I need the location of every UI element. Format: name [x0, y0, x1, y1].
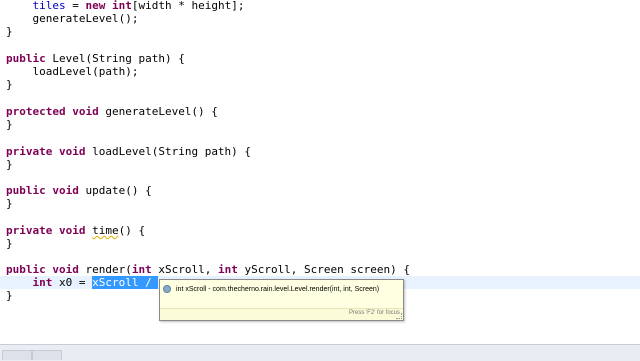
code-line[interactable]: public void render(int xScroll, int yScr… [6, 263, 410, 276]
field-dot-icon [163, 285, 171, 293]
popup-footer: Press 'F2' for focus [160, 308, 403, 320]
code-line[interactable]: private void loadLevel(String path) { [6, 145, 251, 158]
code-line[interactable]: } [6, 118, 13, 131]
resize-grip-icon[interactable] [396, 313, 402, 319]
code-line[interactable]: } [6, 25, 13, 38]
code-line[interactable]: loadLevel(path); [6, 65, 138, 78]
code-line[interactable]: private void time() { [6, 224, 145, 237]
proposal-row[interactable]: int xScroll - com.thecherno.rain.level.L… [163, 283, 379, 295]
selected-text[interactable]: xScroll / [92, 276, 159, 289]
bottom-tab[interactable] [2, 350, 32, 360]
code-line[interactable]: public Level(String path) { [6, 52, 185, 65]
focus-hint: Press 'F2' for focus [349, 310, 400, 316]
code-line[interactable]: } [6, 197, 13, 210]
code-line[interactable]: protected void generateLevel() { [6, 105, 218, 118]
content-assist-popup[interactable]: int xScroll - com.thecherno.rain.level.L… [159, 279, 404, 321]
code-line[interactable]: } [6, 158, 13, 171]
code-line[interactable]: public void update() { [6, 184, 152, 197]
proposal-label: int xScroll - com.thecherno.rain.level.L… [176, 285, 380, 293]
code-line[interactable]: } [6, 78, 13, 91]
unused-method-warning: time [92, 224, 119, 237]
code-line-current[interactable]: int x0 = xScroll / [6, 276, 159, 289]
code-line[interactable]: } [6, 289, 13, 302]
bottom-tab[interactable] [32, 350, 62, 360]
status-bar [0, 344, 640, 361]
keyword: new int [85, 0, 132, 12]
code-line[interactable]: generateLevel(); [6, 12, 138, 25]
code-line[interactable]: tiles = new int[width * height]; [6, 0, 245, 12]
code-line[interactable]: } [6, 237, 13, 250]
